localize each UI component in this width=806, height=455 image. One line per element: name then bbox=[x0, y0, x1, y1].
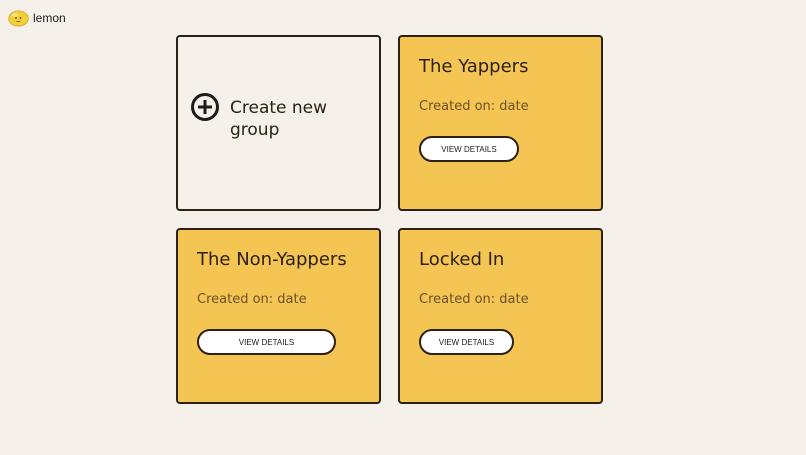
create-group-label: Create new group bbox=[230, 98, 328, 140]
group-card-the-non-yappers: The Non-Yappers Created on: date VIEW DE… bbox=[176, 228, 381, 404]
group-card-the-yappers: The Yappers Created on: date VIEW DETAIL… bbox=[398, 35, 603, 211]
brand-name: lemon bbox=[33, 11, 66, 25]
group-card-locked-in: Locked In Created on: date VIEW DETAILS bbox=[398, 228, 603, 404]
create-group-card[interactable]: Create new group bbox=[176, 35, 381, 211]
brand[interactable]: lemon bbox=[8, 9, 66, 27]
plus-circle-icon bbox=[191, 93, 219, 121]
group-created-date: Created on: date bbox=[419, 292, 529, 307]
group-title: The Non-Yappers bbox=[197, 249, 347, 270]
view-details-button[interactable]: VIEW DETAILS bbox=[419, 136, 519, 162]
create-group-content: Create new group bbox=[190, 91, 350, 141]
lemon-face-icon bbox=[8, 10, 29, 27]
group-title: Locked In bbox=[419, 249, 505, 270]
view-details-button[interactable]: VIEW DETAILS bbox=[197, 329, 336, 355]
group-title: The Yappers bbox=[419, 56, 529, 77]
view-details-button[interactable]: VIEW DETAILS bbox=[419, 329, 514, 355]
group-grid: Create new group The Yappers Created on:… bbox=[176, 35, 603, 404]
group-created-date: Created on: date bbox=[197, 292, 307, 307]
group-created-date: Created on: date bbox=[419, 99, 529, 114]
